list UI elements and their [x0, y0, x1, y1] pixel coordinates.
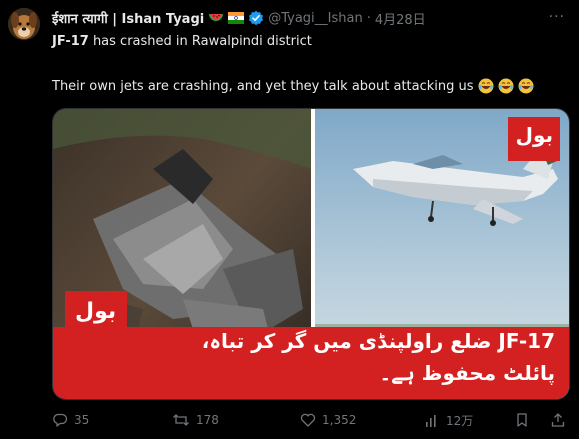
repost-icon: [173, 414, 189, 426]
share-icon: [551, 413, 565, 427]
laughing-emoji-icon: [498, 78, 514, 94]
urdu-headline-line1: JF-17 ضلع راولپنڈی میں گر کر تباہ،: [201, 329, 555, 353]
verified-badge-icon: [248, 10, 264, 26]
reply-button[interactable]: 35: [52, 412, 89, 428]
jf17-bold-text: JF-17: [52, 34, 89, 49]
like-count: 1,352: [322, 413, 357, 427]
tweet-text-line1: JF-17 has crashed in Rawalpindi district: [52, 34, 312, 49]
views-chart-icon: [426, 414, 436, 427]
tweet-timestamp[interactable]: 4月28日: [375, 9, 426, 28]
avatar[interactable]: [8, 8, 40, 40]
repost-button[interactable]: 178: [172, 412, 219, 428]
tweet-text-line2: Their own jets are crashing, and yet the…: [52, 78, 534, 94]
bookmark-icon: [517, 413, 527, 427]
author-name[interactable]: ईशान त्यागी | Ishan Tyagi: [52, 9, 204, 27]
reply-icon: [53, 413, 68, 427]
more-options-icon[interactable]: ···: [549, 9, 565, 25]
news-graphic: [53, 109, 569, 399]
tweet-text-line2-content: Their own jets are crashing, and yet the…: [52, 78, 474, 94]
share-button[interactable]: [550, 412, 566, 428]
tweet-media-image[interactable]: بول بول JF-17 ضلع راولپنڈی میں گر کر تبا…: [52, 108, 570, 400]
urdu-headline-line2: پائلٹ محفوظ ہے۔: [379, 361, 555, 385]
separator-dot: ·: [366, 10, 371, 26]
heart-icon: [300, 413, 316, 427]
watermelon-icon: [208, 12, 224, 24]
like-button[interactable]: 1,352: [300, 412, 356, 428]
tweet-text-line1-rest: has crashed in Rawalpindi district: [88, 34, 312, 49]
india-flag-icon: [228, 12, 245, 24]
dog-avatar-icon: [8, 8, 40, 40]
logo-bottom: بول: [75, 299, 117, 324]
author-handle[interactable]: @Tyagi__Ishan: [268, 11, 363, 26]
action-bar: 35 178 1,352 12万: [52, 412, 570, 432]
bookmark-button[interactable]: [514, 412, 530, 428]
views-count: 12万: [446, 414, 474, 428]
laughing-emoji-icon: [518, 78, 534, 94]
repost-count: 178: [196, 413, 219, 427]
reply-count: 35: [74, 413, 90, 427]
tweet-header: ईशान त्यागी | Ishan Tyagi @Tyagi__Ishan …: [52, 8, 426, 28]
logo-top: بول: [515, 123, 553, 147]
laughing-emoji-icon: [478, 78, 494, 94]
tweet-card[interactable]: ईशान त्यागी | Ishan Tyagi @Tyagi__Ishan …: [0, 0, 579, 439]
views-button[interactable]: 12万: [424, 412, 473, 429]
